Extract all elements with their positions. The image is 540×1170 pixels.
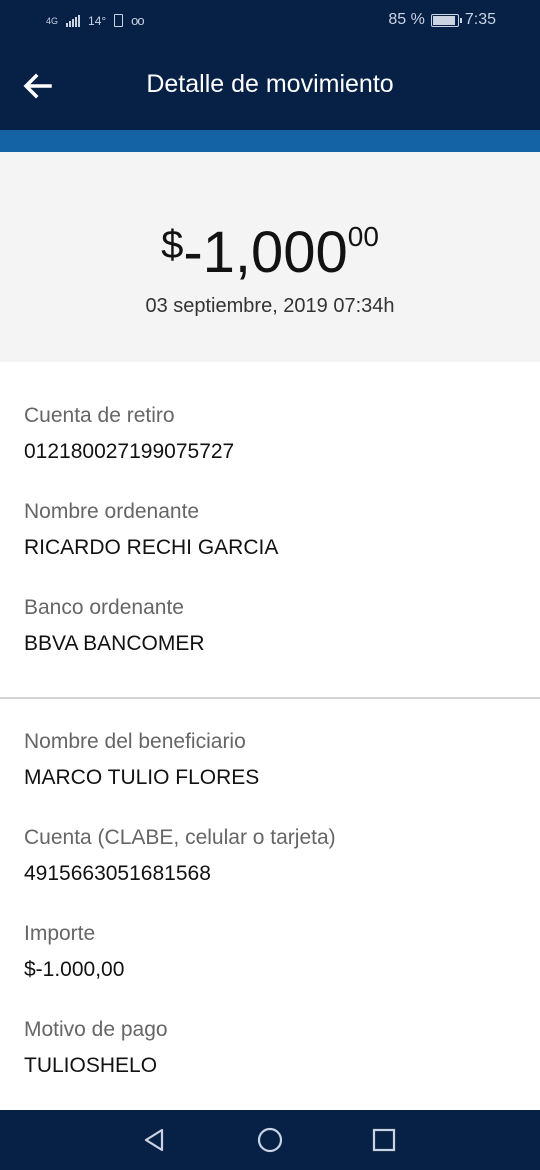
circle-home-icon: [257, 1127, 283, 1153]
square-recents-icon: [372, 1128, 396, 1152]
field-value: RICARDO RECHI GARCIA: [24, 536, 279, 559]
section-divider: [0, 697, 540, 699]
field-label: Motivo de pago: [24, 1018, 168, 1041]
battery-percent: 85 %: [388, 11, 425, 28]
battery-icon: [430, 13, 462, 27]
sender-name-field: Nombre ordenante RICARDO RECHI GARCIA: [24, 499, 524, 561]
field-value: MARCO TULIO FLORES: [24, 766, 260, 789]
status-left: 4G 14° oo: [46, 13, 145, 28]
field-label: Cuenta de retiro: [24, 404, 175, 427]
field-value: $-1.000,00: [24, 958, 125, 981]
field-label: Importe: [24, 922, 96, 945]
field-value: 012180027199075727: [24, 440, 235, 463]
clock: 7:35: [464, 11, 496, 28]
voicemail-icon: oo: [131, 13, 145, 28]
signal-icon: [66, 14, 81, 27]
nav-back-button[interactable]: [138, 1124, 170, 1156]
banner-overlap: [0, 118, 540, 130]
status-bar: 4G 14° oo 85 % 7:35: [0, 0, 540, 42]
field-label: Cuenta (CLABE, celular o tarjeta): [24, 826, 336, 849]
app-header: Detalle de movimiento: [0, 56, 540, 116]
app-header-background: 4G 14° oo 85 % 7:35 Detalle de movimient…: [0, 0, 540, 130]
amount-whole: -1,000: [183, 220, 348, 285]
status-right: 85 % 7:35: [388, 11, 496, 29]
currency-symbol: $: [161, 223, 184, 267]
network-indicator: 4G: [46, 15, 59, 26]
page-title: Detalle de movimiento: [0, 70, 540, 99]
amount-cents: 00: [347, 221, 379, 252]
sender-bank-field: Banco ordenante BBVA BANCOMER: [24, 595, 524, 657]
amount-summary: $-1,00000 03 septiembre, 2019 07:34h: [0, 152, 540, 362]
system-nav-bar: [0, 1110, 540, 1170]
page-title-text: Detalle de movimiento: [146, 70, 394, 98]
field-value: 4915663051681568: [24, 862, 211, 885]
nav-recents-button[interactable]: [368, 1124, 400, 1156]
movement-type-banner: Transferencia interbancaria enviada: [0, 118, 540, 152]
field-label: Banco ordenante: [24, 596, 184, 619]
withdrawal-account-field: Cuenta de retiro 012180027199075727: [24, 403, 524, 465]
payment-reason-field: Motivo de pago TULIOSHELO: [24, 1017, 524, 1079]
field-value: BBVA BANCOMER: [24, 632, 205, 655]
field-label: Nombre del beneficiario: [24, 730, 246, 753]
beneficiary-name-field: Nombre del beneficiario MARCO TULIO FLOR…: [24, 729, 524, 791]
amount-display: $-1,00000: [0, 204, 540, 286]
triangle-back-icon: [144, 1128, 164, 1152]
field-value: TULIOSHELO: [24, 1054, 158, 1077]
temperature: 14°: [88, 13, 107, 28]
movement-datetime: 03 septiembre, 2019 07:34h: [145, 295, 395, 317]
beneficiary-account-field: Cuenta (CLABE, celular o tarjeta) 491566…: [24, 825, 524, 887]
amount-field: Importe $-1.000,00: [24, 921, 524, 983]
sim-icon: [114, 14, 124, 27]
field-label: Nombre ordenante: [24, 500, 200, 523]
nav-home-button[interactable]: [254, 1124, 286, 1156]
